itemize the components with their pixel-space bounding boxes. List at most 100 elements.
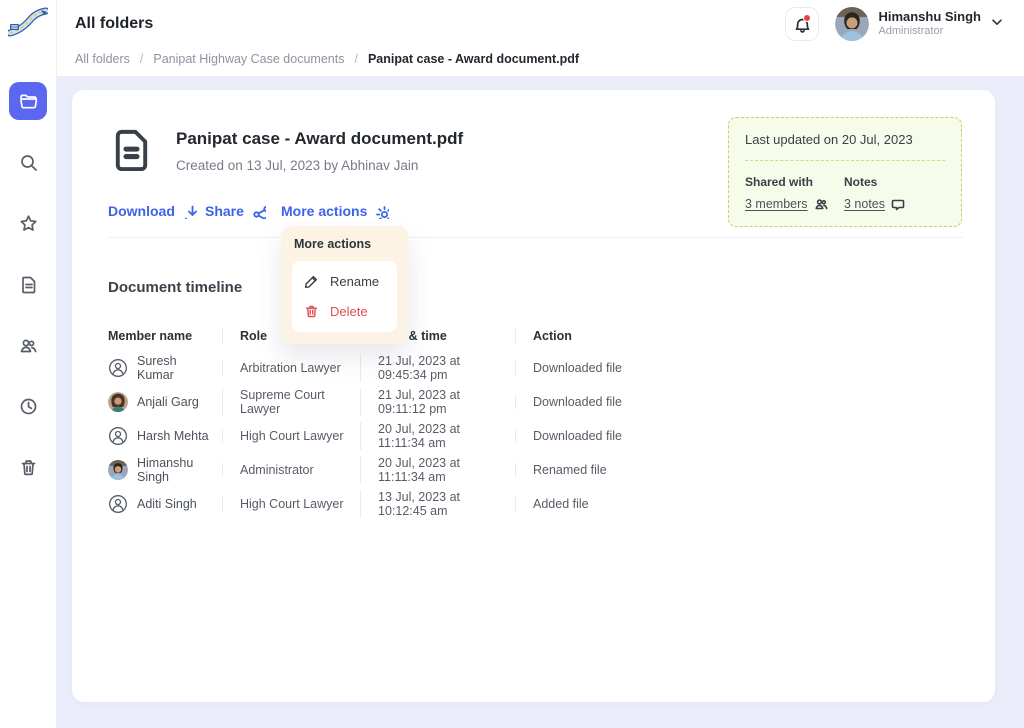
- section-divider: [108, 237, 963, 238]
- member-avatar-icon: [108, 426, 128, 446]
- more-actions-label: More actions: [281, 203, 367, 219]
- main-area: All folders Himanshu Singh Administrator: [57, 0, 1024, 728]
- clock-icon: [18, 396, 39, 417]
- member-avatar: [108, 392, 128, 412]
- member-name: Aditi Singh: [137, 497, 197, 511]
- app-root: All folders Himanshu Singh Administrator: [0, 0, 1024, 728]
- breadcrumb-item-current: Panipat case - Award document.pdf: [368, 52, 579, 66]
- sidebar-item-starred[interactable]: [9, 204, 47, 242]
- search-icon: [18, 152, 39, 173]
- shared-members-link[interactable]: 3 members: [745, 197, 844, 211]
- top-header: All folders Himanshu Singh Administrator: [57, 0, 1024, 48]
- member-avatar: [108, 358, 128, 378]
- rename-label: Rename: [330, 274, 379, 289]
- download-button[interactable]: Download: [108, 203, 205, 219]
- member-role: Supreme Court Lawyer: [222, 388, 360, 416]
- timeline-rows: Suresh Kumar Arbitration Lawyer 21 Jul, …: [108, 351, 965, 521]
- share-label: Share: [205, 203, 244, 219]
- member-avatar: [108, 460, 128, 480]
- table-row: Aditi Singh High Court Lawyer 13 Jul, 20…: [108, 487, 965, 521]
- breadcrumb-separator: /: [140, 52, 143, 66]
- row-action: Downloaded file: [515, 429, 965, 443]
- delete-label: Delete: [330, 304, 368, 319]
- member-avatar: [108, 494, 128, 514]
- member-avatar-icon: [108, 358, 128, 378]
- user-role: Administrator: [878, 25, 981, 39]
- table-row: Anjali Garg Supreme Court Lawyer 21 Jul,…: [108, 385, 965, 419]
- folder-icon: [18, 91, 39, 112]
- document-info-box: Last updated on 20 Jul, 2023 Shared with…: [728, 117, 962, 227]
- breadcrumb-item-all-folders[interactable]: All folders: [75, 52, 130, 66]
- rename-menu-item[interactable]: Rename: [304, 274, 385, 289]
- share-icon: [251, 204, 266, 219]
- sidebar-item-members[interactable]: [9, 326, 47, 364]
- delete-menu-item[interactable]: Delete: [304, 304, 385, 319]
- sidebar-item-trash[interactable]: [9, 448, 47, 486]
- app-logo: [0, 0, 57, 48]
- shared-members-count: 3 members: [745, 197, 808, 211]
- timeline-table: Member name Role Date & time Action Sure…: [108, 321, 965, 521]
- row-datetime: 20 Jul, 2023 at 11:11:34 am: [360, 456, 515, 484]
- user-name: Himanshu Singh: [878, 9, 981, 25]
- download-label: Download: [108, 203, 175, 219]
- member-name: Suresh Kumar: [137, 354, 214, 382]
- member-role: Arbitration Lawyer: [222, 361, 360, 375]
- breadcrumb-item-case-folder[interactable]: Panipat Highway Case documents: [153, 52, 344, 66]
- share-button[interactable]: Share: [205, 203, 281, 219]
- row-action: Downloaded file: [515, 361, 965, 375]
- last-updated-text: Last updated on 20 Jul, 2023: [745, 132, 945, 147]
- member-role: High Court Lawyer: [222, 429, 360, 443]
- column-header-member: Member name: [108, 329, 222, 343]
- member-name: Harsh Mehta: [137, 429, 209, 443]
- comment-icon: [891, 197, 905, 211]
- row-action: Downloaded file: [515, 395, 965, 409]
- timeline-heading: Document timeline: [108, 279, 965, 296]
- sidebar-item-folders[interactable]: [9, 82, 47, 120]
- document-title: Panipat case - Award document.pdf: [176, 129, 463, 149]
- row-action: Added file: [515, 497, 965, 511]
- user-avatar: [835, 7, 869, 41]
- notes-count: 3 notes: [844, 197, 885, 211]
- sidebar-item-recent[interactable]: [9, 387, 47, 425]
- notifications-button[interactable]: [785, 7, 819, 41]
- table-row: Suresh Kumar Arbitration Lawyer 21 Jul, …: [108, 351, 965, 385]
- sidebar-item-documents[interactable]: [9, 265, 47, 303]
- timeline-table-header: Member name Role Date & time Action: [108, 321, 965, 351]
- page-title: All folders: [75, 15, 153, 33]
- trash-icon: [18, 457, 39, 478]
- notes-label: Notes: [844, 175, 905, 189]
- members-icon: [814, 197, 828, 211]
- member-avatar-icon: [108, 392, 128, 412]
- member-role: Administrator: [222, 463, 360, 477]
- notes-link[interactable]: 3 notes: [844, 197, 905, 211]
- member-avatar-icon: [108, 460, 128, 480]
- more-actions-menu-title: More actions: [292, 237, 397, 251]
- download-icon: [182, 204, 197, 219]
- user-menu[interactable]: Himanshu Singh Administrator: [835, 7, 1004, 41]
- document-icon: [108, 126, 155, 178]
- highway-logo-icon: [8, 7, 48, 41]
- pencil-icon: [304, 274, 319, 289]
- breadcrumb-separator: /: [354, 52, 357, 66]
- members-icon: [18, 335, 39, 356]
- document-card: Panipat case - Award document.pdf Create…: [72, 90, 995, 702]
- row-action: Renamed file: [515, 463, 965, 477]
- star-icon: [18, 213, 39, 234]
- gear-icon: [374, 204, 389, 219]
- row-datetime: 13 Jul, 2023 at 10:12:45 am: [360, 490, 515, 518]
- row-datetime: 21 Jul, 2023 at 09:45:34 pm: [360, 354, 515, 382]
- file-icon: [18, 274, 39, 295]
- sidebar-item-search[interactable]: [9, 143, 47, 181]
- row-datetime: 21 Jul, 2023 at 09:11:12 pm: [360, 388, 515, 416]
- trash-icon: [304, 304, 319, 319]
- column-header-action: Action: [515, 329, 965, 343]
- member-avatar-icon: [108, 494, 128, 514]
- member-name: Himanshu Singh: [137, 456, 214, 484]
- member-avatar: [108, 426, 128, 446]
- more-actions-menu: More actions Rename Delete: [281, 226, 408, 344]
- breadcrumb: All folders / Panipat Highway Case docum…: [57, 48, 1024, 76]
- more-actions-button[interactable]: More actions: [281, 203, 389, 219]
- row-datetime: 20 Jul, 2023 at 11:11:34 am: [360, 422, 515, 450]
- content-area: Panipat case - Award document.pdf Create…: [57, 76, 1024, 728]
- document-created-line: Created on 13 Jul, 2023 by Abhinav Jain: [176, 158, 463, 173]
